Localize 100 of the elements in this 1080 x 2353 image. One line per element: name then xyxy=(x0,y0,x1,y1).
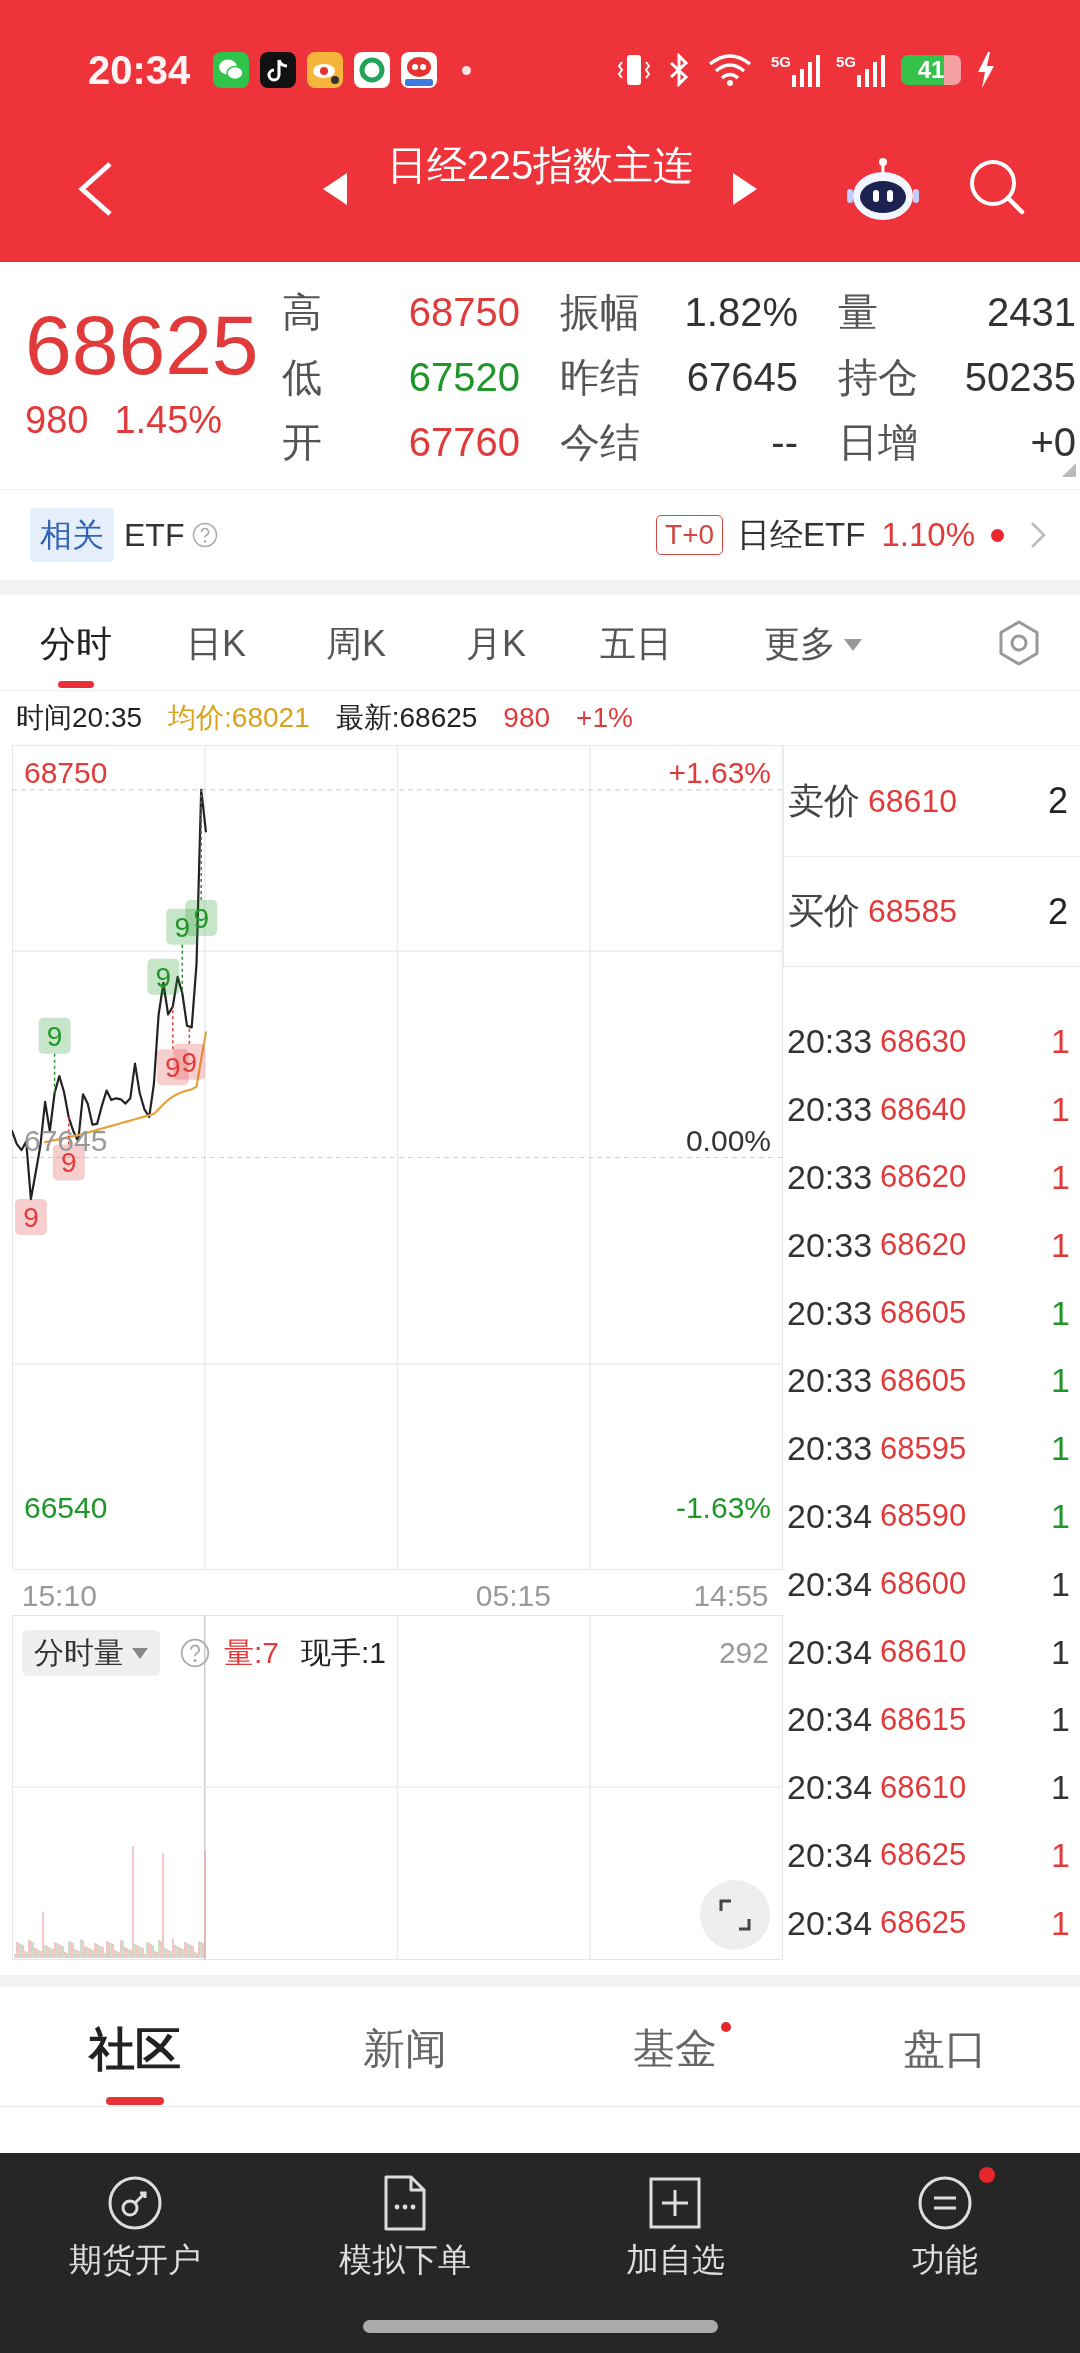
trade-time: 20:34 xyxy=(787,1835,873,1875)
expand-icon xyxy=(718,1898,752,1932)
chat-bubbles-icon xyxy=(213,52,250,88)
search-icon[interactable] xyxy=(967,157,1025,215)
stat-label: 高 xyxy=(282,289,322,336)
content-tab[interactable]: 盘口 xyxy=(810,1987,1080,2106)
content-tab[interactable]: 基金 xyxy=(540,1987,810,2106)
stat-label: 低 xyxy=(282,354,322,401)
corner-triangle-icon[interactable] xyxy=(1062,463,1076,477)
robot-icon[interactable] xyxy=(847,157,919,221)
network-type-label: 5G xyxy=(770,54,791,69)
dot-icon xyxy=(462,65,472,75)
trade-time: 20:33 xyxy=(787,1429,873,1469)
help-icon[interactable] xyxy=(180,1638,210,1668)
trade-volume: 1 xyxy=(1051,1700,1070,1740)
trade-volume: 1 xyxy=(1051,1225,1070,1265)
chart-tab[interactable]: 日K xyxy=(146,595,286,690)
trade-price: 68630 xyxy=(880,1023,967,1060)
volume-indicator-dropdown[interactable]: 分时量 xyxy=(22,1630,160,1676)
stat-value: 2431 xyxy=(987,290,1076,335)
order-price: 68585 xyxy=(868,893,957,930)
stat-value: 67760 xyxy=(408,420,520,465)
contract-title: 日经225指数主连 xyxy=(386,142,694,189)
quote-info-text: 时间20:35 xyxy=(16,701,143,735)
toolbar-button[interactable]: 期货开户 xyxy=(0,2153,270,2280)
trade-volume: 1 xyxy=(1051,1564,1070,1604)
trade-price: 68600 xyxy=(880,1566,967,1603)
stat-value: 67645 xyxy=(686,355,798,400)
trade-price: 68595 xyxy=(880,1430,967,1467)
toolbar-button[interactable]: 功能 xyxy=(810,2153,1080,2280)
vibrate-icon xyxy=(616,52,651,88)
add-icon xyxy=(647,2175,703,2231)
related-tag: 相关 xyxy=(30,508,114,562)
trade-time: 20:33 xyxy=(787,1090,873,1130)
time-axis-label: 14:55 xyxy=(693,1579,769,1612)
trade-time: 20:33 xyxy=(787,1293,873,1333)
time-axis-label: 05:15 xyxy=(475,1579,551,1612)
chart-tab[interactable]: 五日 xyxy=(566,595,706,690)
trade-price: 68615 xyxy=(880,1701,967,1738)
quote-info-text: 均价:68021 xyxy=(168,701,310,735)
signal-bars-icon xyxy=(792,53,820,87)
trade-volume: 1 xyxy=(1051,1903,1070,1943)
key-circle-icon xyxy=(107,2175,163,2231)
battery-indicator: 41 xyxy=(901,55,961,85)
trade-volume: 1 xyxy=(1051,1361,1070,1401)
percent-change: 1.45% xyxy=(114,400,223,440)
price-change: 980 xyxy=(25,400,89,440)
content-tab[interactable]: 社区 xyxy=(0,1987,270,2106)
chart-tab[interactable]: 周K xyxy=(286,595,426,690)
time-axis-label: 15:10 xyxy=(21,1579,97,1612)
trade-price: 68620 xyxy=(880,1227,967,1264)
stat-value: 67520 xyxy=(408,355,520,400)
more-menu-tab[interactable]: 更多 xyxy=(764,595,862,690)
stat-label: 量 xyxy=(838,289,878,336)
trade-price: 68610 xyxy=(880,1769,967,1806)
trade-price: 68605 xyxy=(880,1295,967,1332)
toolbar-button[interactable]: 模拟下单 xyxy=(270,2153,540,2280)
order-price: 68610 xyxy=(868,782,957,820)
trade-volume: 1 xyxy=(1051,1158,1070,1197)
trade-time: 20:34 xyxy=(787,1496,873,1536)
network-type-label: 5G xyxy=(836,54,856,69)
stat-label: 昨结 xyxy=(560,354,640,401)
chart-tab[interactable]: 分时 xyxy=(6,595,146,690)
trade-price: 68625 xyxy=(880,1837,967,1874)
etf-name[interactable]: 日经ETF xyxy=(737,512,866,558)
trade-volume: 1 xyxy=(1051,1022,1070,1062)
chevron-right-icon[interactable] xyxy=(1030,521,1046,549)
next-triangle-icon[interactable] xyxy=(733,173,758,205)
trade-time: 20:33 xyxy=(787,1225,873,1265)
trade-time: 20:33 xyxy=(787,1361,873,1401)
back-icon[interactable] xyxy=(76,161,114,217)
eye-icon xyxy=(307,52,344,88)
stat-label: 振幅 xyxy=(560,289,640,336)
trade-volume: 1 xyxy=(1051,1496,1070,1536)
signal-bars-icon xyxy=(857,53,885,87)
previous-triangle-icon[interactable] xyxy=(322,173,347,205)
trade-volume: 1 xyxy=(1051,1835,1070,1875)
chart-tab[interactable]: 月K xyxy=(426,595,566,690)
order-volume: 2 xyxy=(1047,890,1068,933)
trade-price: 68625 xyxy=(880,1905,967,1942)
stat-value: +0 xyxy=(1030,420,1076,465)
stat-label: 开 xyxy=(282,419,322,466)
quote-info-text: 最新:68625 xyxy=(335,701,478,735)
change-axis-label: +1.63% xyxy=(668,755,771,789)
content-tab[interactable]: 新闻 xyxy=(270,1987,540,2106)
alert-dot-icon xyxy=(991,528,1004,542)
change-axis-label: 0.00% xyxy=(685,1123,771,1157)
last-price: 68625 xyxy=(25,303,260,387)
trade-price: 68640 xyxy=(880,1091,967,1128)
clock-time: 20:34 xyxy=(88,47,191,93)
change-axis-label: -1.63% xyxy=(675,1491,771,1525)
trade-time: 20:34 xyxy=(787,1903,873,1943)
menu-circle-icon xyxy=(917,2175,973,2231)
toolbar-button[interactable]: 加自选 xyxy=(540,2153,810,2280)
stat-value: 50235 xyxy=(964,355,1076,400)
trade-price: 68590 xyxy=(880,1498,967,1535)
trade-volume: 1 xyxy=(1051,1768,1070,1808)
trade-time: 20:33 xyxy=(787,1158,873,1197)
caret-icon xyxy=(844,639,862,651)
help-icon[interactable] xyxy=(192,522,219,548)
